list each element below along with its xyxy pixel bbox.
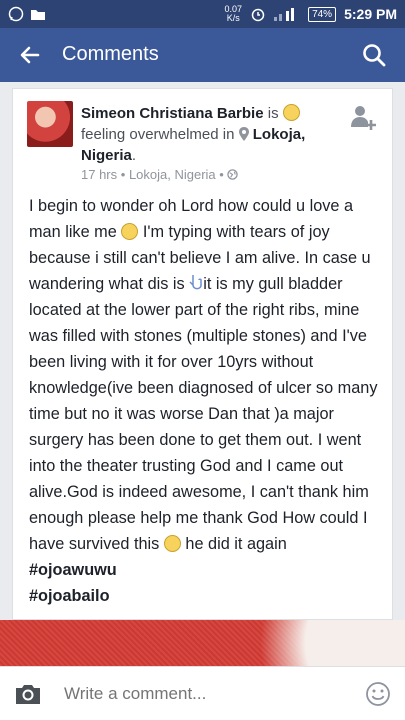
- avatar[interactable]: [27, 101, 73, 147]
- search-icon[interactable]: [361, 42, 387, 68]
- place-suffix: .: [131, 147, 137, 164]
- speed-unit: K/s: [226, 13, 240, 23]
- post-time[interactable]: 17 hrs: [81, 167, 117, 182]
- post-body: I begin to wonder oh Lord how could u lo…: [29, 193, 379, 609]
- back-arrow-icon[interactable]: [18, 43, 42, 67]
- add-friend-icon[interactable]: [348, 103, 378, 133]
- folder-icon: [31, 10, 45, 20]
- emoji-picker-icon[interactable]: [365, 681, 391, 707]
- body-text-4: he did it again: [185, 535, 287, 553]
- crying-face-emoji-icon-2: [163, 535, 181, 552]
- comment-bar: [0, 666, 405, 720]
- network-speed: 0.07 K/s: [225, 5, 243, 23]
- body-text-3: it is my gull bladder located at the low…: [29, 275, 378, 553]
- whatsapp-icon: [8, 6, 24, 22]
- hashtag-1[interactable]: #ojoawuwu: [29, 557, 379, 583]
- status-time: 5:29 PM: [344, 6, 397, 22]
- feeling-text: feeling overwhelmed in: [81, 126, 235, 143]
- post-meta: 17 hrs • Lokoja, Nigeria •: [81, 167, 239, 182]
- camera-icon[interactable]: [14, 682, 42, 706]
- page-title: Comments: [62, 43, 159, 65]
- meta-separator: •: [120, 167, 129, 182]
- post-photo[interactable]: [0, 620, 405, 666]
- post-card: Simeon Christiana Barbie is feeling over…: [12, 88, 393, 620]
- meta-separator: •: [219, 167, 228, 182]
- author-name[interactable]: Simeon Christiana Barbie: [81, 105, 264, 122]
- post-paragraph: I begin to wonder oh Lord how could u lo…: [29, 193, 379, 557]
- crying-face-emoji-icon: [121, 223, 139, 240]
- status-bar: 0.07 K/s 74% 5:29 PM: [0, 0, 405, 28]
- location-pin-icon: [238, 127, 249, 141]
- signal-icon: [274, 8, 295, 21]
- post-header: Simeon Christiana Barbie is feeling over…: [81, 103, 341, 166]
- comment-input[interactable]: [62, 683, 287, 705]
- pointing-down-hand-icon: [189, 275, 202, 290]
- is-text: is: [267, 105, 279, 122]
- post-location: Lokoja, Nigeria: [128, 167, 216, 182]
- app-bar: Comments: [0, 28, 405, 82]
- overwhelmed-emoji-icon: [282, 104, 300, 121]
- battery-indicator: 74%: [308, 6, 337, 22]
- hashtag-2[interactable]: #ojoabailo: [29, 583, 379, 609]
- alarm-icon: [251, 8, 265, 22]
- public-globe-icon: [227, 169, 239, 180]
